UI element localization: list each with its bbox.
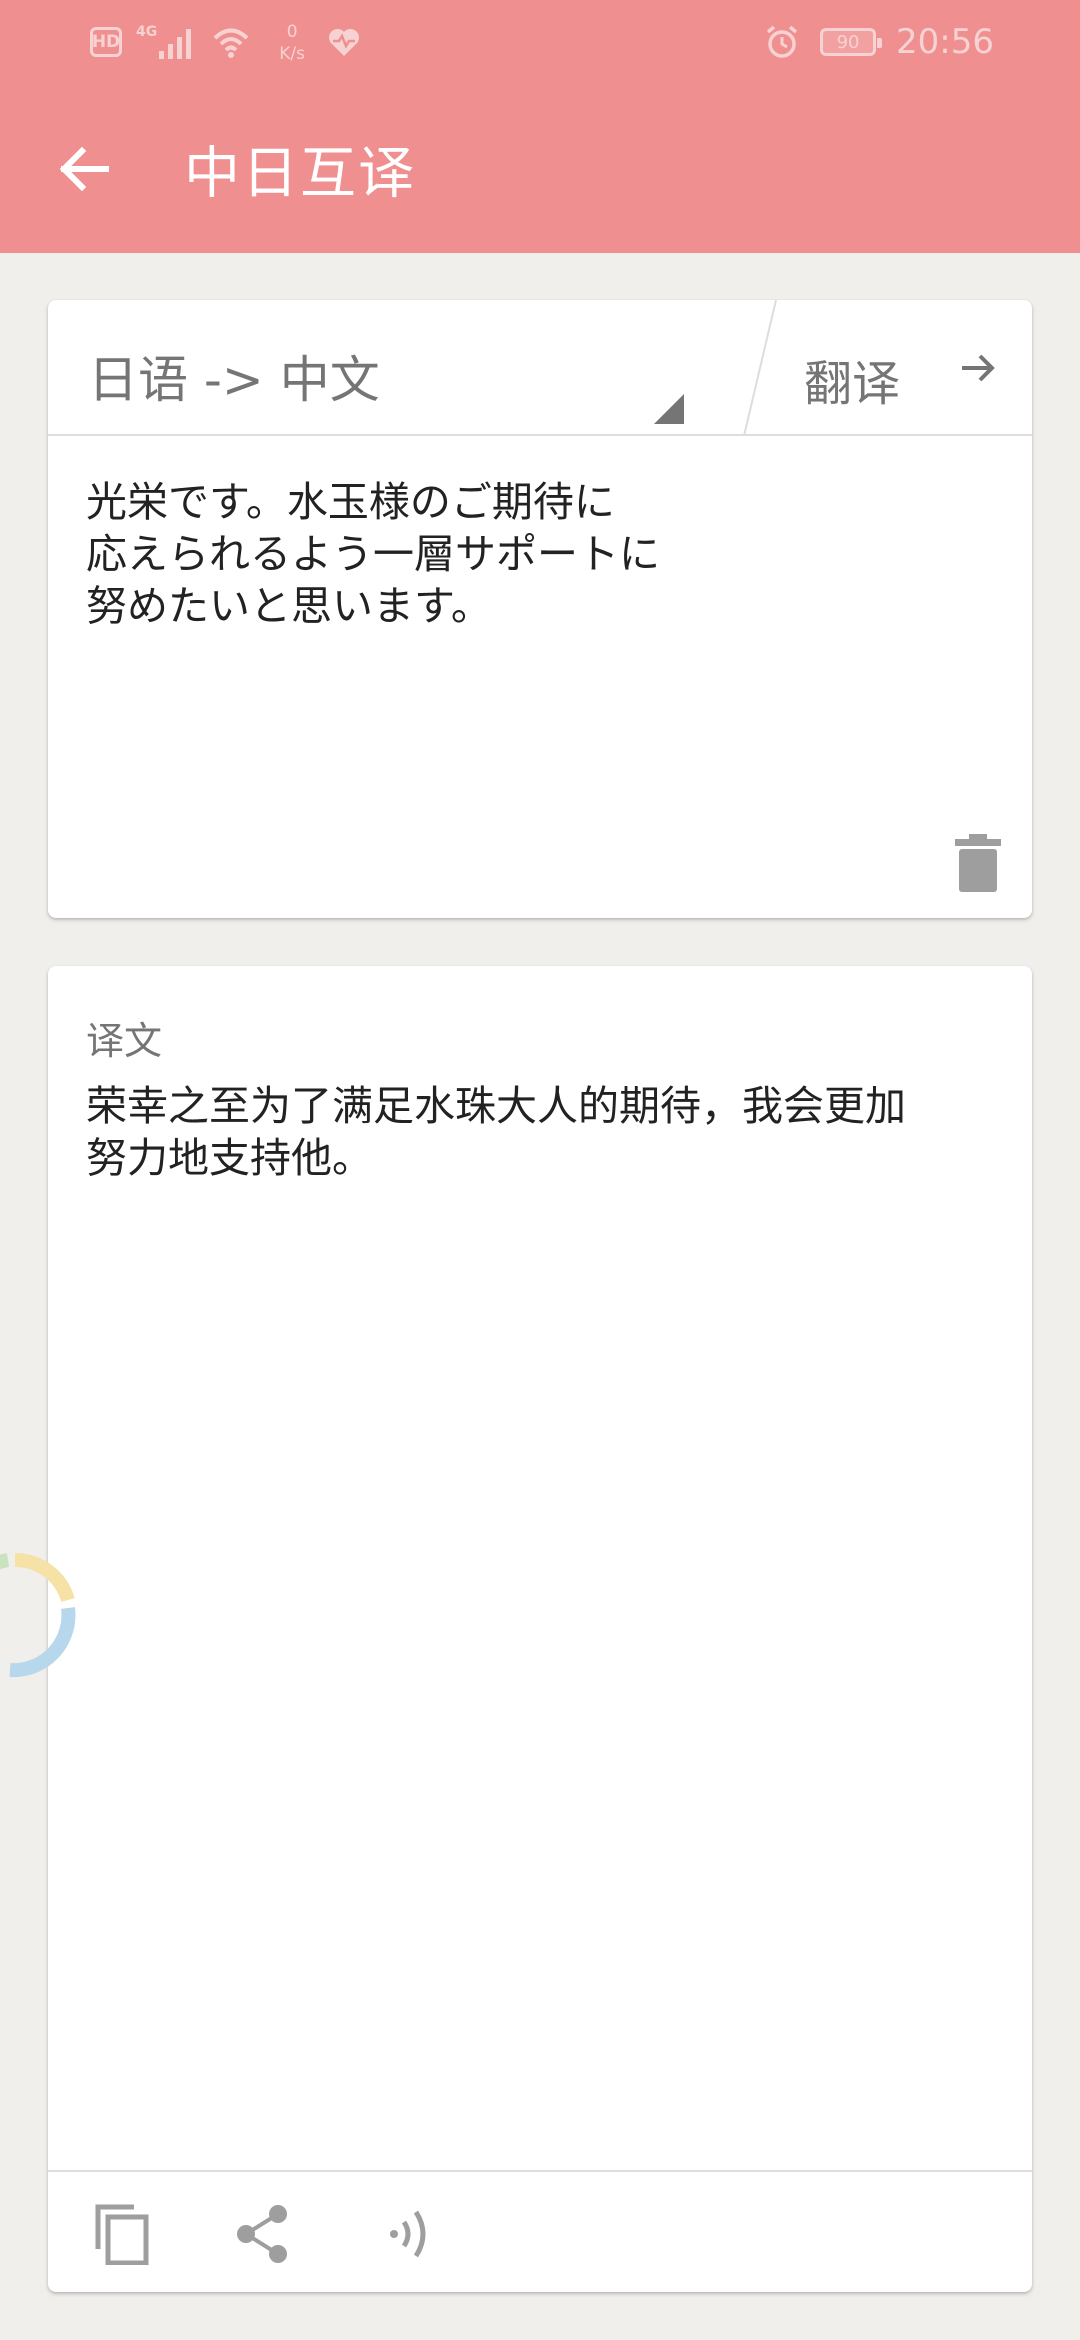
translate-label: 翻译	[804, 356, 901, 412]
wifi-icon	[213, 28, 249, 58]
output-card: 译文 荣幸之至为了满足水珠大人的期待，我会更加 努力地支持他。	[48, 966, 1032, 2292]
translate-button[interactable]: 翻译	[768, 300, 1032, 436]
status-bar: HD 4G 0 K/s 90 20:56	[0, 0, 1080, 84]
language-selector[interactable]: 日语 -> 中文	[48, 300, 708, 436]
speak-button[interactable]	[372, 2196, 448, 2272]
copy-icon	[95, 2204, 149, 2265]
delete-button[interactable]	[948, 828, 1008, 898]
status-bar-right: 90 20:56	[764, 18, 994, 66]
trash-icon	[955, 834, 1001, 892]
share-button[interactable]	[224, 2196, 300, 2272]
arrow-left-icon	[59, 146, 109, 191]
back-button[interactable]	[44, 129, 124, 209]
hd-icon: HD	[90, 27, 122, 57]
share-icon	[237, 2205, 287, 2263]
copy-button[interactable]	[84, 2196, 160, 2272]
result-text: 荣幸之至为了满足水珠大人的期待，我会更加 努力地支持他。	[86, 1082, 906, 1182]
loading-spinner-icon	[0, 1552, 76, 1678]
speed-value: 0	[286, 22, 298, 42]
status-time: 20:56	[896, 22, 994, 62]
network-speed: 0 K/s	[279, 21, 305, 65]
network-type-label: 4G	[136, 24, 158, 40]
page-title: 中日互译	[184, 141, 416, 206]
language-row: 日语 -> 中文 翻译	[48, 300, 1032, 436]
result-action-bar	[48, 2170, 1032, 2292]
app-bar: 中日互译	[0, 84, 1080, 253]
arrow-right-icon	[962, 354, 995, 382]
status-bar-left: HD 4G 0 K/s	[90, 20, 361, 64]
alarm-clock-icon	[766, 25, 798, 58]
battery-icon: 90	[820, 28, 883, 56]
language-pair-label: 日语 -> 中文	[88, 351, 380, 409]
battery-level: 90	[836, 31, 860, 53]
result-heading: 译文	[86, 1019, 163, 1063]
speed-unit: K/s	[279, 44, 305, 64]
input-card: 日语 -> 中文 翻译 光栄です。水玉様のご期待に 応えられるよう一層サポートに…	[48, 300, 1032, 918]
dropdown-triangle-icon	[654, 394, 684, 424]
source-text-input[interactable]: 光栄です。水玉様のご期待に 応えられるよう一層サポートに 努めたいと思います。	[86, 476, 786, 632]
speaker-icon	[390, 2210, 426, 2258]
signal-icon	[159, 29, 192, 59]
hd-label: HD	[91, 32, 121, 52]
health-heart-icon	[328, 28, 359, 56]
